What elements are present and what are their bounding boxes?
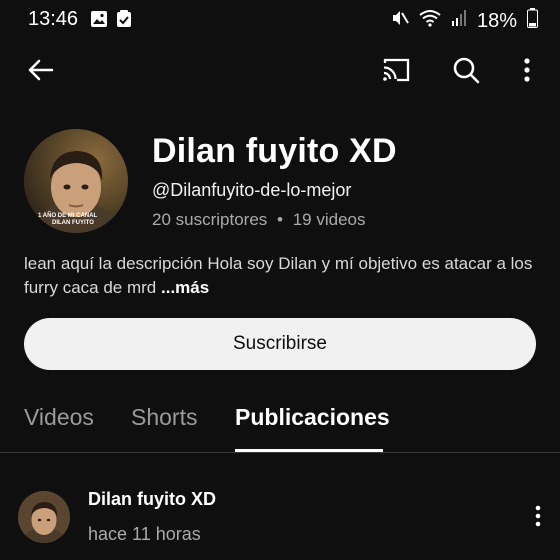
avatar-caption-line-2: DILAN FUYITO: [52, 220, 94, 226]
description-more-link[interactable]: ...más: [161, 278, 209, 297]
post-timestamp: hace 11 horas: [88, 524, 201, 544]
post-avatar[interactable]: [18, 491, 70, 543]
video-count: 19 videos: [292, 210, 366, 229]
tabs-divider: [0, 452, 560, 453]
channel-description[interactable]: lean aquí la descripción Hola soy Dilan …: [24, 252, 544, 300]
search-icon: [453, 57, 480, 84]
avatar-caption: 1 AÑO DE MI CANAL DILAN FUYITO: [38, 213, 97, 227]
channel-stats: 20 suscriptores • 19 videos: [152, 210, 365, 230]
more-vertical-icon: [535, 505, 541, 527]
battery-icon: [527, 8, 538, 34]
tab-videos[interactable]: Videos: [24, 404, 94, 431]
post-more-button[interactable]: [518, 496, 558, 536]
arrow-left-icon: [28, 59, 54, 81]
channel-avatar[interactable]: 1 AÑO DE MI CANAL DILAN FUYITO: [24, 129, 128, 233]
subscriber-count: 20 suscriptores: [152, 210, 268, 229]
signal-icon: [451, 9, 467, 33]
more-options-button[interactable]: [507, 50, 547, 90]
cast-icon: [383, 58, 410, 82]
checkbox-notification-icon: [116, 10, 132, 33]
mute-icon: [391, 9, 409, 33]
stats-separator: •: [277, 210, 283, 229]
description-text: lean aquí la descripción Hola soy Dilan …: [24, 254, 533, 297]
tab-publicaciones[interactable]: Publicaciones: [235, 404, 390, 431]
status-right-group: 18%: [391, 8, 538, 34]
channel-name: Dilan fuyito XD: [152, 132, 397, 170]
wifi-icon: [419, 9, 441, 33]
cast-button[interactable]: [376, 50, 416, 90]
search-button[interactable]: [446, 50, 486, 90]
avatar-caption-line-1: 1 AÑO DE MI CANAL: [38, 213, 98, 219]
gallery-icon: [90, 10, 108, 33]
more-vertical-icon: [524, 58, 530, 82]
status-time: 13:46: [28, 8, 79, 30]
battery-percent: 18%: [476, 9, 517, 32]
channel-handle: @Dilanfuyito-de-lo-mejor: [152, 180, 352, 200]
back-button[interactable]: [20, 50, 60, 90]
subscribe-button[interactable]: Suscribirse: [24, 318, 536, 370]
post-author[interactable]: Dilan fuyito XD: [88, 489, 216, 510]
tab-shorts[interactable]: Shorts: [131, 404, 197, 431]
